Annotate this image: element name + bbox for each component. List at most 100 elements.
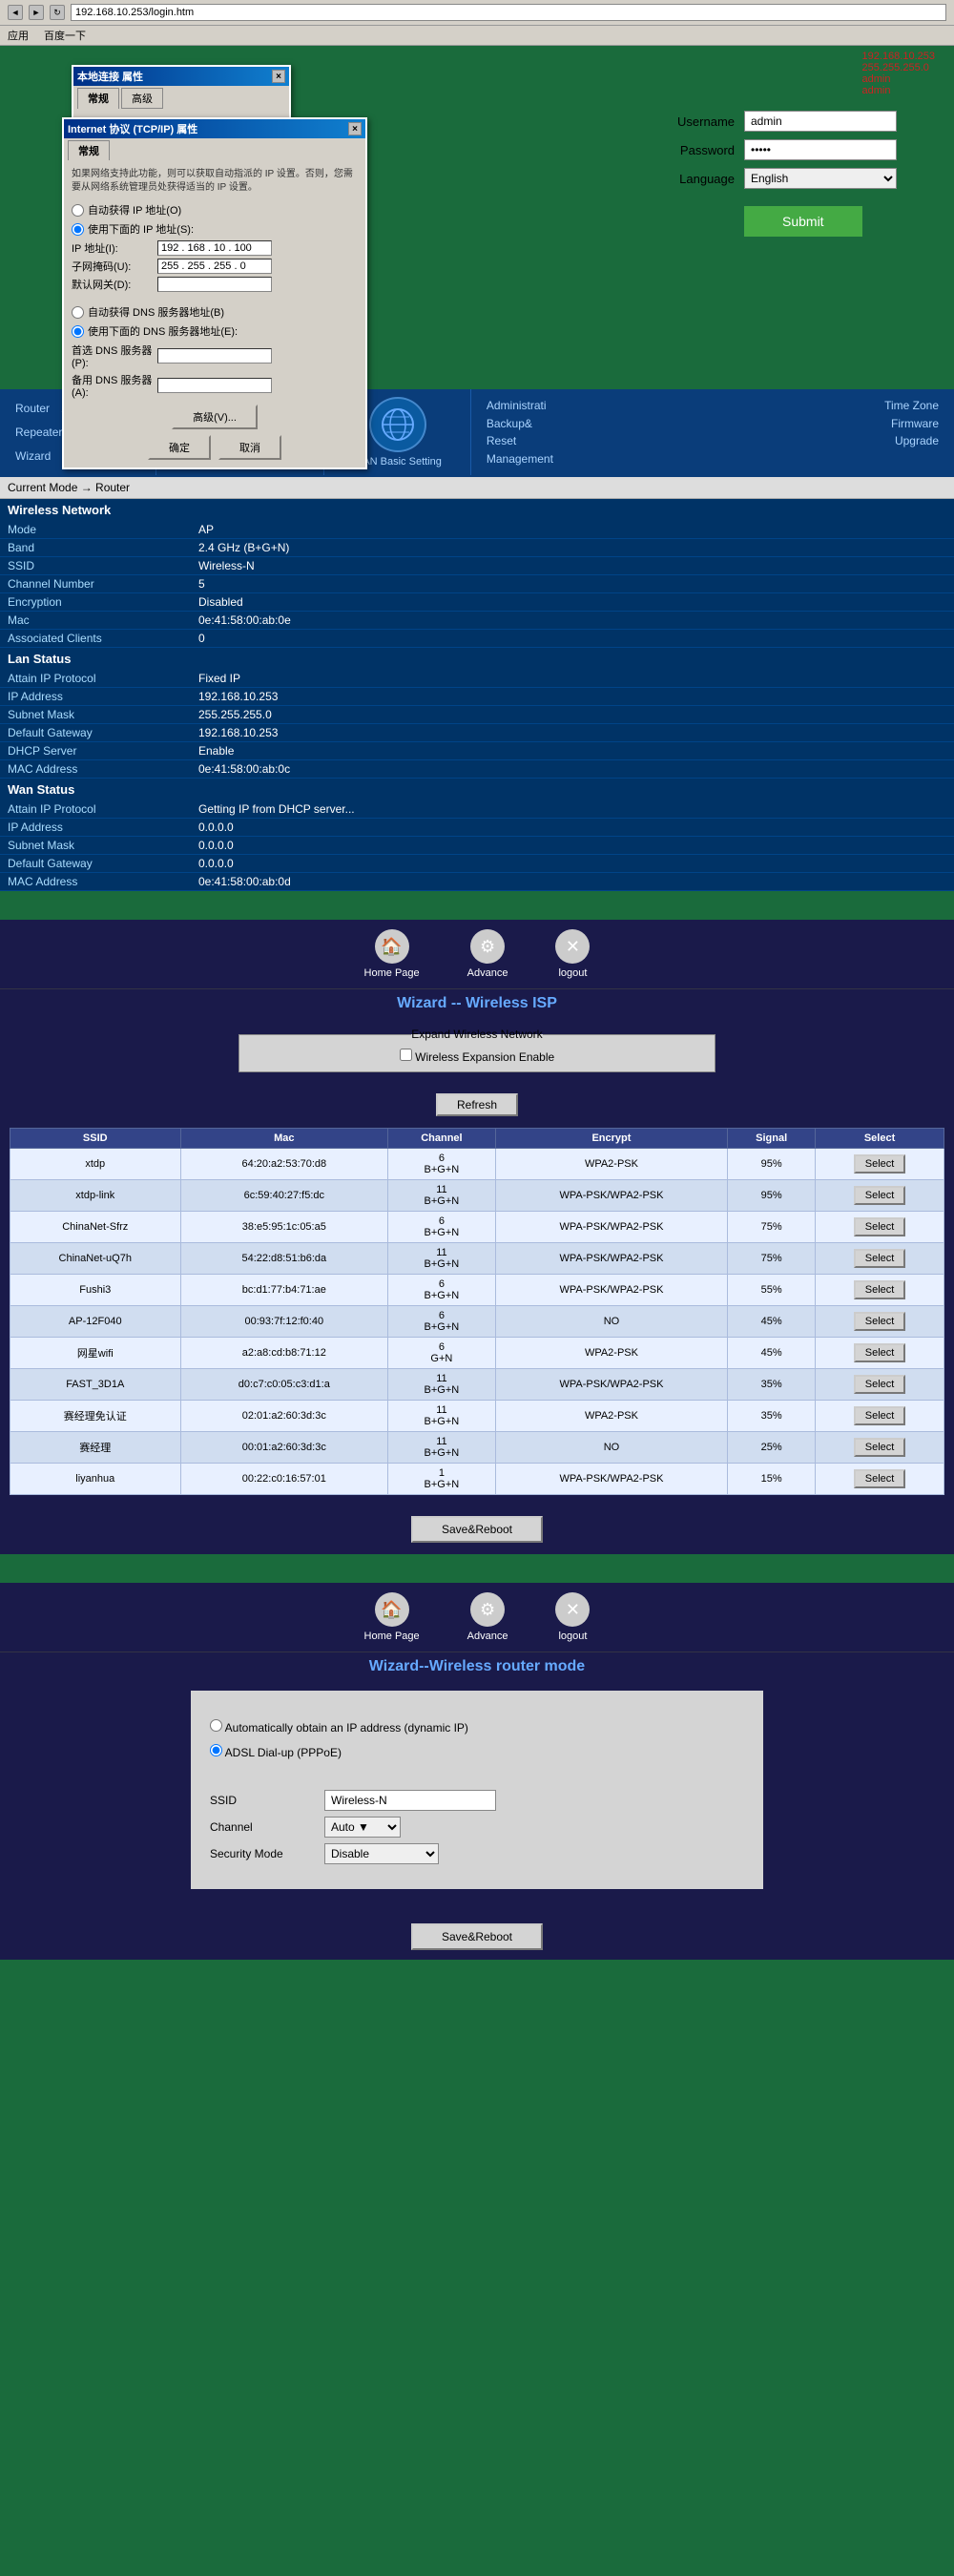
row-value: 0.0.0.0: [191, 837, 954, 855]
cell-ssid: ChinaNet-Sfrz: [10, 1212, 181, 1243]
gateway-input[interactable]: [157, 277, 272, 292]
select-button[interactable]: Select: [854, 1154, 906, 1174]
toolbar-baidu[interactable]: 百度一下: [44, 28, 86, 43]
cell-encrypt: WPA-PSK/WPA2-PSK: [495, 1464, 728, 1495]
language-select[interactable]: English 中文: [744, 168, 897, 189]
ok-button[interactable]: 确定: [148, 435, 211, 460]
cell-signal: 35%: [728, 1369, 816, 1401]
server-info: 192.168.10.253 255.255.255.0 admin admin: [862, 51, 935, 96]
table-row: Associated Clients0: [0, 630, 954, 648]
net-dialog-title: 本地连接 属性: [77, 69, 143, 84]
ssid-input[interactable]: [324, 1790, 496, 1811]
row-label: MAC Address: [0, 760, 191, 779]
lan-status-table: Attain IP ProtocolFixed IPIP Address192.…: [0, 670, 954, 779]
row-label: Default Gateway: [0, 724, 191, 742]
security-label: Security Mode: [210, 1847, 324, 1860]
table-row: EncryptionDisabled: [0, 593, 954, 612]
adsl-radio[interactable]: [210, 1744, 222, 1756]
password-row: Password: [658, 139, 897, 160]
tab-advanced[interactable]: 高级: [121, 88, 163, 109]
alternate-dns-input[interactable]: [157, 378, 272, 393]
preferred-dns-input[interactable]: [157, 348, 272, 364]
tcp-tab-general[interactable]: 常规: [68, 140, 110, 160]
cell-select: Select: [816, 1149, 944, 1180]
cell-encrypt: WPA-PSK/WPA2-PSK: [495, 1180, 728, 1212]
password-input[interactable]: [744, 139, 897, 160]
repeater-link[interactable]: Repeater: [15, 426, 62, 439]
scan-table: SSID Mac Channel Encrypt Signal Select x…: [10, 1128, 944, 1495]
submit-button[interactable]: Submit: [744, 206, 862, 237]
cell-channel: 6 B+G+N: [388, 1149, 496, 1180]
router-form: Automatically obtain an IP address (dyna…: [191, 1691, 763, 1889]
router-save-area: Save&Reboot: [0, 1914, 954, 1960]
tab-general[interactable]: 常规: [77, 88, 119, 109]
select-button[interactable]: Select: [854, 1343, 906, 1362]
select-button[interactable]: Select: [854, 1280, 906, 1299]
router-save-reboot-button[interactable]: Save&Reboot: [411, 1923, 543, 1950]
time-zone-link[interactable]: Time Zone: [884, 399, 939, 412]
select-button[interactable]: Select: [854, 1249, 906, 1268]
cell-mac: 6c:59:40:27:f5:dc: [180, 1180, 388, 1212]
reset-link[interactable]: Reset: [487, 434, 516, 447]
select-button[interactable]: Select: [854, 1469, 906, 1488]
select-button[interactable]: Select: [854, 1186, 906, 1205]
select-button[interactable]: Select: [854, 1438, 906, 1457]
advance-nav[interactable]: ⚙ Advance: [467, 929, 508, 979]
refresh-button[interactable]: ↻: [50, 5, 65, 20]
cell-mac: 54:22:d8:51:b6:da: [180, 1243, 388, 1275]
username-input[interactable]: [744, 111, 897, 132]
home-page-nav-2[interactable]: 🏠 Home Page: [364, 1592, 420, 1642]
logout-nav[interactable]: ✕ logout: [555, 929, 590, 979]
advance-label-2: Advance: [467, 1631, 508, 1642]
row-label: Subnet Mask: [0, 706, 191, 724]
upgrade-link[interactable]: Upgrade: [895, 434, 939, 447]
ip-input[interactable]: [157, 240, 272, 256]
security-select[interactable]: Disable WPA-PSK WPA2-PSK: [324, 1843, 439, 1864]
table-row: SSIDWireless-N: [0, 557, 954, 575]
wizard-link[interactable]: Wizard: [15, 449, 51, 463]
home-page-nav[interactable]: 🏠 Home Page: [364, 929, 420, 979]
cell-encrypt: WPA2-PSK: [495, 1338, 728, 1369]
language-row: Language English 中文: [658, 168, 897, 189]
row-label: Attain IP Protocol: [0, 670, 191, 688]
isp-save-reboot-button[interactable]: Save&Reboot: [411, 1516, 543, 1543]
forward-button[interactable]: ►: [29, 5, 44, 20]
row-label: Encryption: [0, 593, 191, 612]
ip-field-row: IP 地址(I):: [72, 240, 358, 256]
advanced-button[interactable]: 高级(V)...: [172, 405, 258, 429]
green-separator-1: [0, 891, 954, 920]
language-label: Language: [658, 172, 735, 186]
cell-ssid: xtdp: [10, 1149, 181, 1180]
select-button[interactable]: Select: [854, 1312, 906, 1331]
firmware-link[interactable]: Firmware: [891, 417, 939, 430]
cell-signal: 95%: [728, 1180, 816, 1212]
net-dialog-close[interactable]: ×: [272, 70, 285, 83]
logout-nav-2[interactable]: ✕ logout: [555, 1592, 590, 1642]
cell-channel: 1 B+G+N: [388, 1464, 496, 1495]
cell-select: Select: [816, 1432, 944, 1464]
channel-select[interactable]: Auto ▼ 1234 5678 91011: [324, 1817, 401, 1838]
management-link[interactable]: Management: [487, 452, 553, 466]
row-value: Fixed IP: [191, 670, 954, 688]
password-label: Password: [658, 143, 735, 157]
cancel-button[interactable]: 取消: [218, 435, 281, 460]
select-button[interactable]: Select: [854, 1217, 906, 1236]
backup-link[interactable]: Backup&: [487, 417, 532, 430]
router-link[interactable]: Router: [15, 402, 50, 415]
select-button[interactable]: Select: [854, 1406, 906, 1425]
cell-mac: 00:01:a2:60:3d:3c: [180, 1432, 388, 1464]
admin-link[interactable]: Administrati: [487, 399, 547, 412]
tcp-dialog-close[interactable]: ×: [348, 122, 362, 135]
auto-ip-radio[interactable]: [210, 1719, 222, 1732]
advance-nav-2[interactable]: ⚙ Advance: [467, 1592, 508, 1642]
list-item: FAST_3D1A d0:c7:c0:05:c3:d1:a 11 B+G+N W…: [10, 1369, 944, 1401]
select-button[interactable]: Select: [854, 1375, 906, 1394]
expand-checkbox[interactable]: [400, 1049, 412, 1061]
channel-label: Channel: [210, 1820, 324, 1834]
channel-row: Channel Auto ▼ 1234 5678 91011: [210, 1817, 744, 1838]
refresh-button[interactable]: Refresh: [436, 1093, 518, 1116]
subnet-input[interactable]: [157, 259, 272, 274]
back-button[interactable]: ◄: [8, 5, 23, 20]
toolbar-app[interactable]: 应用: [8, 28, 29, 43]
url-bar[interactable]: 192.168.10.253/login.htm: [71, 4, 946, 21]
